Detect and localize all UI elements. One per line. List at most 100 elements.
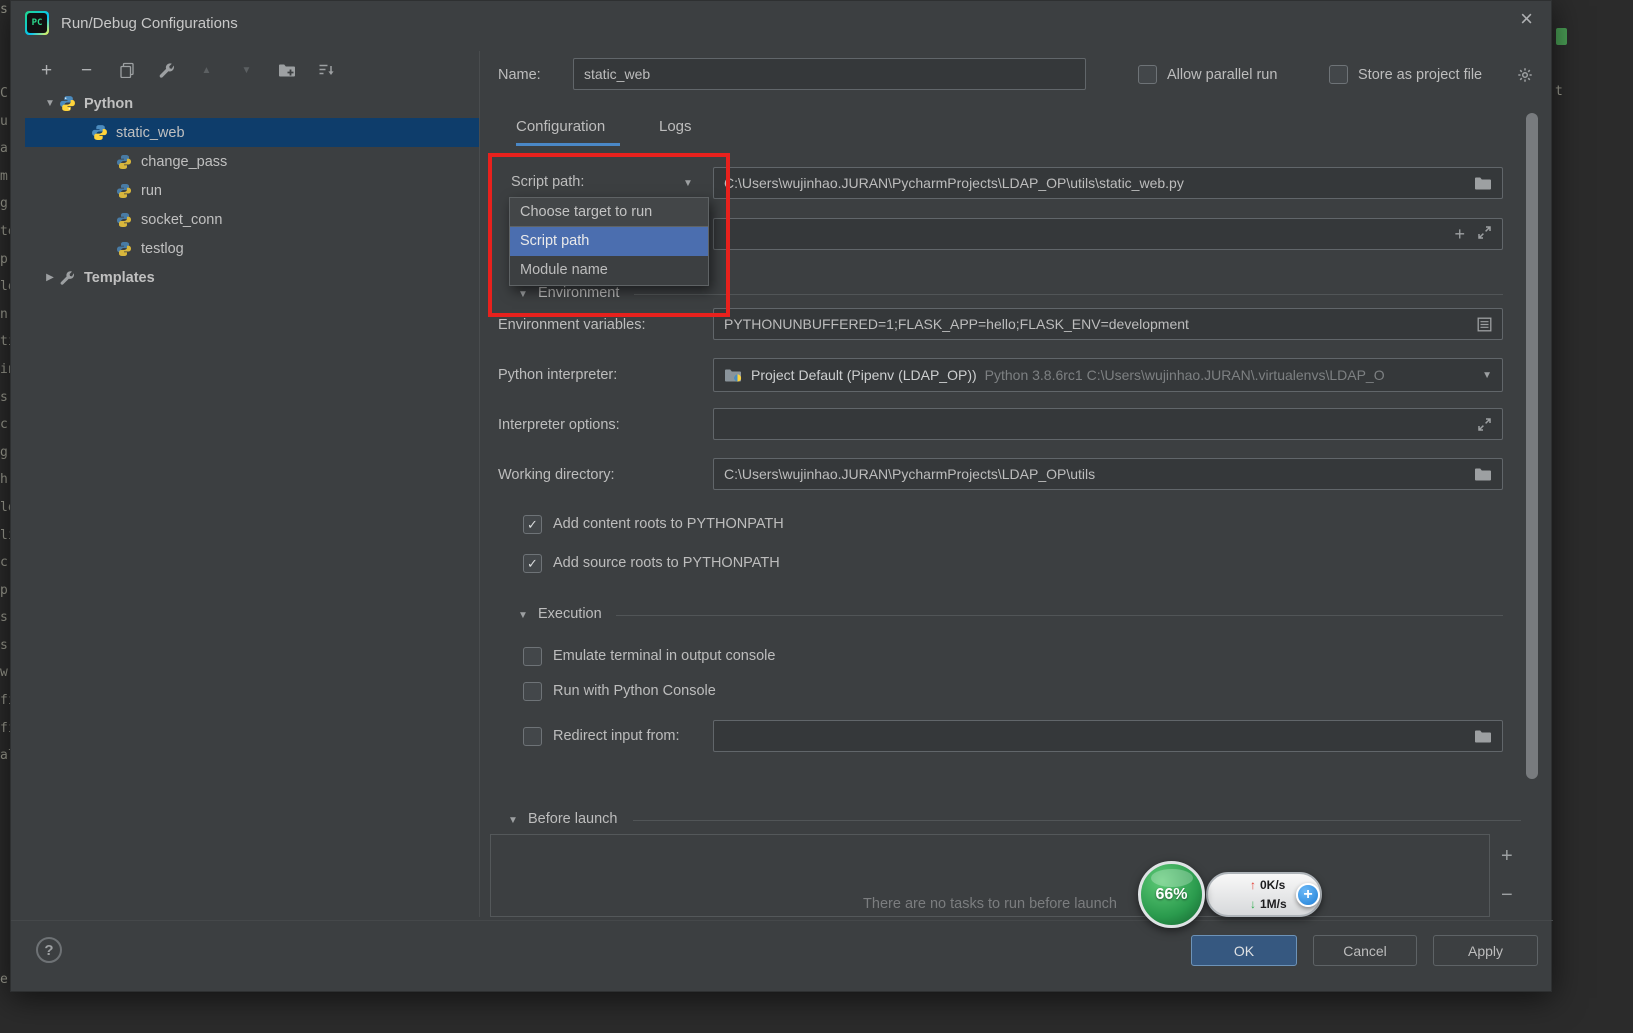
store-as-project-file-label: Store as project file — [1358, 67, 1483, 83]
python-interpreter-select[interactable]: Project Default (Pipenv (LDAP_OP)) Pytho… — [713, 358, 1503, 392]
chevron-right-icon[interactable]: ▶ — [41, 272, 59, 283]
gear-icon[interactable] — [1517, 67, 1533, 88]
pycharm-logo-icon: PC — [25, 11, 49, 35]
tree-node-testlog[interactable]: testlog — [25, 234, 479, 263]
python-icon — [116, 182, 133, 199]
browse-folder-icon[interactable] — [1474, 729, 1492, 744]
editor-text-fragment: t — [1555, 84, 1563, 99]
ok-button[interactable]: OK — [1191, 935, 1297, 966]
python-icon — [116, 240, 133, 257]
add-source-roots-label: Add source roots to PYTHONPATH — [553, 555, 780, 571]
tree-node-label: change_pass — [141, 153, 228, 170]
working-directory-label: Working directory: — [498, 467, 615, 483]
tree-node-python[interactable]: ▼ Python — [25, 89, 479, 118]
download-speed: 1M/s — [1260, 897, 1287, 911]
upload-speed: 0K/s — [1260, 878, 1286, 892]
interpreter-options-input[interactable] — [713, 408, 1503, 440]
chevron-down-icon[interactable]: ▼ — [41, 98, 59, 109]
expand-field-icon[interactable] — [1477, 225, 1492, 243]
script-path-input[interactable]: C:\Users\wujinhao.JURAN\PycharmProjects\… — [713, 167, 1503, 199]
redirect-input-label: Redirect input from: — [553, 728, 680, 744]
expand-field-icon[interactable] — [1477, 417, 1492, 432]
tree-node-run[interactable]: run — [25, 176, 479, 205]
new-folder-button[interactable] — [277, 61, 296, 80]
add-configuration-button[interactable]: + — [37, 61, 56, 80]
dialog-title: Run/Debug Configurations — [61, 14, 238, 32]
overlay-plus-button[interactable]: + — [1296, 883, 1320, 907]
run-with-python-console-label: Run with Python Console — [553, 683, 716, 699]
tree-node-templates[interactable]: ▶ Templates — [25, 263, 479, 292]
tab-logs[interactable]: Logs — [659, 118, 692, 135]
allow-parallel-run-checkbox[interactable] — [1138, 65, 1157, 84]
battery-percent-bubble[interactable]: 66% — [1138, 861, 1205, 928]
remove-configuration-button[interactable]: − — [77, 61, 96, 80]
allow-parallel-run-label: Allow parallel run — [1167, 67, 1278, 83]
collapse-icon[interactable]: ▼ — [518, 610, 528, 621]
move-up-button[interactable]: ▲ — [197, 61, 216, 80]
configurations-toolbar: + − ▲ ▼ — [37, 56, 336, 84]
background-editor-left-strip: s C u a m g te p lo n ti in s c g h lo l… — [0, 0, 10, 1033]
name-label: Name: — [498, 67, 541, 83]
tree-node-label: Python — [84, 95, 134, 112]
sort-configurations-button[interactable] — [317, 61, 336, 80]
python-icon — [116, 211, 133, 228]
background-editor-right-strip: t — [1552, 0, 1633, 1033]
dropdown-option-script-path[interactable]: Script path — [510, 227, 708, 256]
add-content-roots-checkbox[interactable]: ✓ — [523, 515, 542, 534]
chevron-down-icon[interactable]: ▼ — [1482, 370, 1492, 381]
browse-folder-icon[interactable] — [1474, 467, 1492, 482]
execution-section-title: Execution — [538, 606, 602, 622]
tree-node-label: testlog — [141, 240, 184, 257]
working-directory-input[interactable]: C:\Users\wujinhao.JURAN\PycharmProjects\… — [713, 458, 1503, 490]
editor-text-fragment: s — [0, 2, 8, 17]
add-task-button[interactable]: + — [1501, 846, 1513, 866]
run-debug-configurations-dialog: PC Run/Debug Configurations × + − ▲ ▼ ▼ … — [10, 0, 1553, 992]
interpreter-options-label: Interpreter options: — [498, 417, 620, 433]
cancel-button[interactable]: Cancel — [1313, 935, 1417, 966]
emulate-terminal-checkbox[interactable] — [523, 647, 542, 666]
check-icon: ✓ — [527, 516, 538, 532]
move-down-button[interactable]: ▼ — [237, 61, 256, 80]
macros-plus-icon[interactable]: + — [1454, 225, 1465, 243]
dropdown-option-module-name[interactable]: Module name — [510, 256, 708, 285]
run-with-python-console-checkbox[interactable] — [523, 682, 542, 701]
script-path-value: C:\Users\wujinhao.JURAN\PycharmProjects\… — [724, 175, 1184, 191]
remove-task-button[interactable]: − — [1501, 885, 1513, 905]
tree-node-label: socket_conn — [141, 211, 223, 228]
parameters-input[interactable]: + — [713, 218, 1503, 250]
add-content-roots-label: Add content roots to PYTHONPATH — [553, 516, 784, 532]
redirect-input-file-input[interactable] — [713, 720, 1503, 752]
close-icon[interactable]: × — [1520, 8, 1533, 30]
vertical-scrollbar[interactable] — [1526, 113, 1538, 779]
environment-variables-input[interactable]: PYTHONUNBUFFERED=1;FLASK_APP=hello;FLASK… — [713, 308, 1503, 340]
copy-configuration-button[interactable] — [117, 61, 136, 80]
tree-node-label: Templates — [84, 269, 155, 286]
tree-node-static-web[interactable]: static_web — [25, 118, 479, 147]
store-as-project-file-checkbox[interactable] — [1329, 65, 1348, 84]
edit-templates-wrench-button[interactable] — [157, 61, 176, 80]
collapse-icon[interactable]: ▼ — [518, 289, 528, 300]
active-tab-underline — [516, 143, 620, 146]
redirect-input-checkbox[interactable] — [523, 727, 542, 746]
tab-configuration[interactable]: Configuration — [516, 118, 605, 135]
before-launch-section-title: Before launch — [528, 811, 618, 827]
tree-node-change-pass[interactable]: change_pass — [25, 147, 479, 176]
python-icon — [91, 124, 108, 141]
gloss-highlight — [1151, 869, 1193, 887]
interpreter-folder-icon — [724, 368, 743, 383]
section-divider — [634, 294, 1503, 295]
apply-button[interactable]: Apply — [1433, 935, 1538, 966]
help-button[interactable]: ? — [36, 937, 62, 963]
pycharm-logo-text: PC — [27, 13, 47, 33]
env-vars-browse-icon[interactable] — [1477, 317, 1492, 332]
section-divider — [616, 615, 1503, 616]
browse-folder-icon[interactable] — [1474, 176, 1492, 191]
tree-node-socket-conn[interactable]: socket_conn — [25, 205, 479, 234]
name-input[interactable]: static_web — [573, 58, 1086, 90]
chevron-down-icon[interactable]: ▼ — [683, 178, 693, 189]
collapse-icon[interactable]: ▼ — [508, 815, 518, 826]
python-interpreter-label: Python interpreter: — [498, 367, 618, 383]
add-source-roots-checkbox[interactable]: ✓ — [523, 554, 542, 573]
panel-divider — [479, 51, 480, 917]
script-path-label[interactable]: Script path: — [511, 174, 584, 190]
